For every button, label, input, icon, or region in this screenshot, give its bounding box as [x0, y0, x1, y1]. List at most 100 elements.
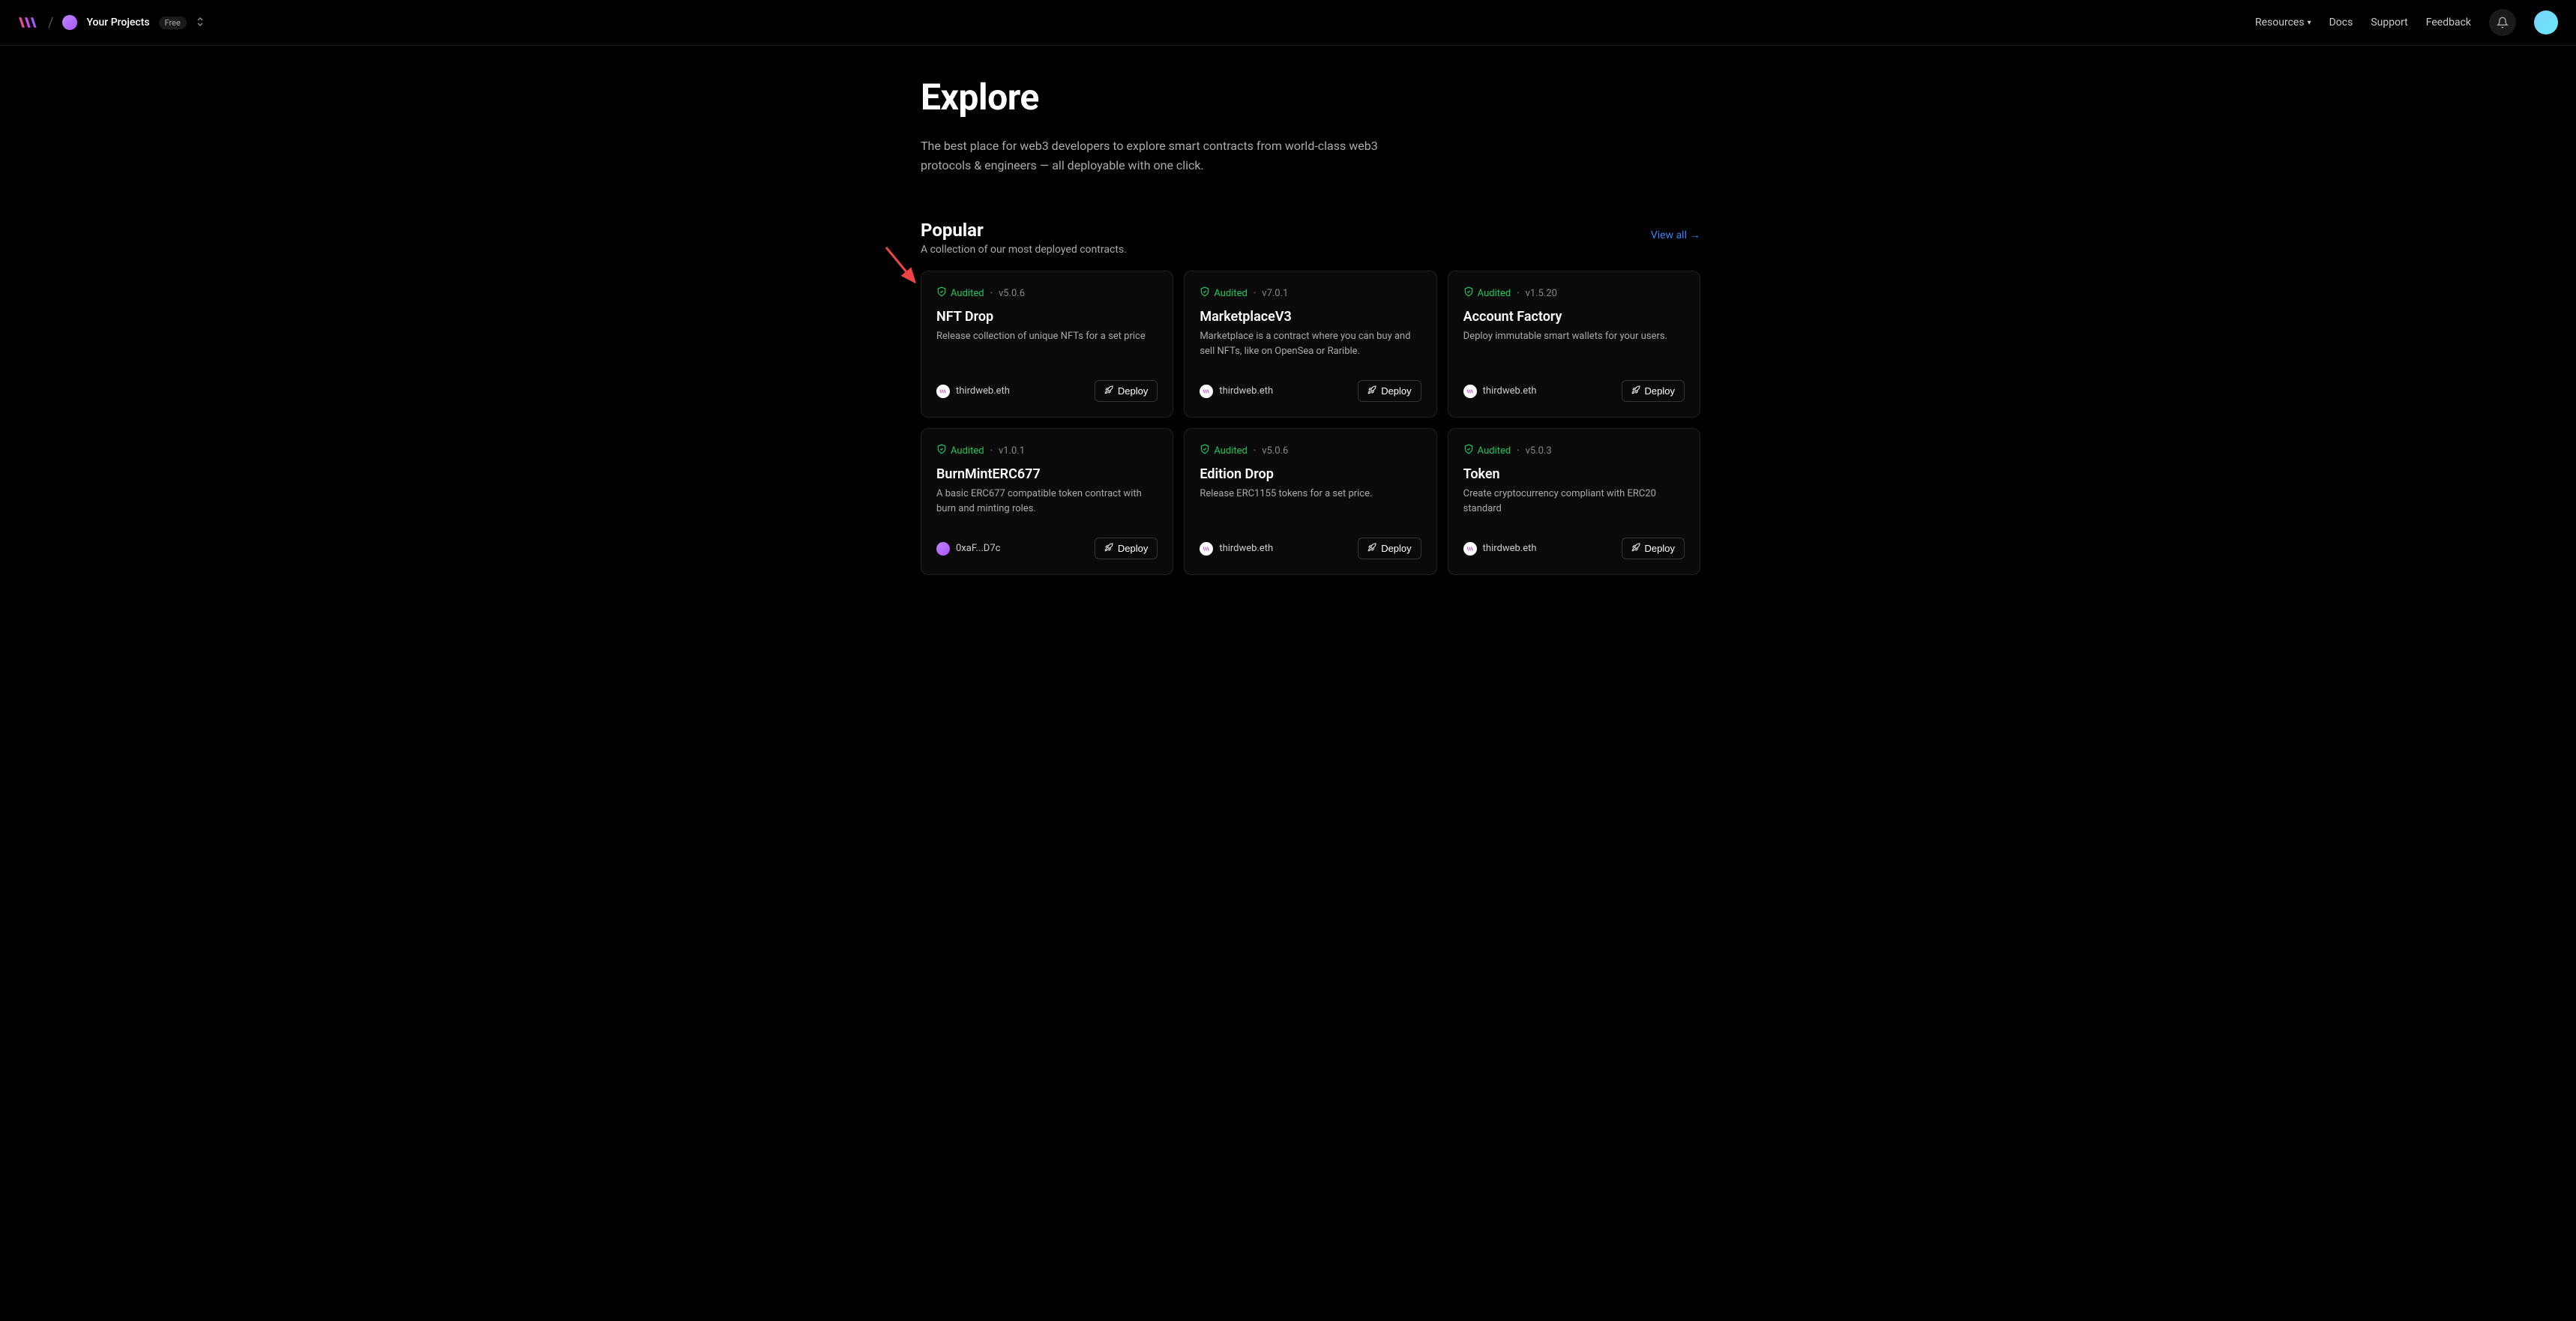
dot-separator: •	[1517, 447, 1519, 455]
project-avatar[interactable]	[62, 15, 77, 30]
bell-icon	[2497, 16, 2509, 28]
audited-label: Audited	[951, 288, 984, 299]
logo[interactable]	[18, 12, 39, 33]
user-avatar[interactable]	[2534, 10, 2558, 34]
nav-docs[interactable]: Docs	[2329, 16, 2353, 28]
nav-feedback[interactable]: Feedback	[2426, 16, 2471, 28]
rocket-icon	[1104, 543, 1113, 554]
contract-card[interactable]: Audited • v7.0.1 MarketplaceV3 Marketpla…	[1184, 271, 1436, 418]
version-label: v5.0.6	[1262, 445, 1288, 457]
dot-separator: •	[990, 447, 993, 455]
view-all-link[interactable]: View all →	[1651, 229, 1700, 241]
contract-card[interactable]: Audited • v5.0.6 Edition Drop Release ER…	[1184, 428, 1436, 575]
deploy-label: Deploy	[1645, 543, 1675, 554]
deploy-button[interactable]: Deploy	[1095, 380, 1158, 402]
contract-card[interactable]: Audited • v1.0.1 BurnMintERC677 A basic …	[921, 428, 1173, 575]
card-title: Token	[1463, 466, 1685, 482]
dot-separator: •	[1254, 289, 1256, 298]
audited-badge: Audited	[1200, 286, 1248, 300]
nav-resources-label: Resources	[2255, 16, 2305, 28]
audited-label: Audited	[1478, 445, 1511, 457]
card-meta: Audited • v5.0.6	[936, 286, 1158, 300]
project-switcher-icon[interactable]	[196, 16, 205, 29]
card-description: Create cryptocurrency compliant with ERC…	[1463, 487, 1685, 516]
nav-support[interactable]: Support	[2371, 16, 2407, 28]
card-footer: thirdweb.eth Deploy	[1200, 526, 1421, 559]
contract-card[interactable]: Audited • v1.5.20 Account Factory Deploy…	[1448, 271, 1700, 418]
card-footer: thirdweb.eth Deploy	[1200, 368, 1421, 402]
breadcrumb-separator: /	[48, 15, 53, 31]
audited-label: Audited	[1214, 288, 1248, 299]
card-description: Marketplace is a contract where you can …	[1200, 329, 1421, 358]
author-avatar	[1200, 542, 1213, 556]
author[interactable]: thirdweb.eth	[1463, 542, 1537, 556]
author[interactable]: thirdweb.eth	[1200, 385, 1273, 398]
audited-badge: Audited	[1200, 444, 1248, 457]
deploy-label: Deploy	[1381, 385, 1411, 397]
version-label: v1.5.20	[1526, 288, 1557, 299]
rocket-icon	[1367, 385, 1376, 397]
deploy-button[interactable]: Deploy	[1622, 538, 1685, 559]
card-description: Release collection of unique NFTs for a …	[936, 329, 1158, 344]
card-title: Edition Drop	[1200, 466, 1421, 482]
author-avatar	[1463, 385, 1477, 398]
card-description: Release ERC1155 tokens for a set price.	[1200, 487, 1421, 502]
author[interactable]: thirdweb.eth	[936, 385, 1010, 398]
card-meta: Audited • v1.0.1	[936, 444, 1158, 457]
author[interactable]: 0xaF...D7c	[936, 542, 1000, 556]
shield-icon	[1463, 444, 1474, 457]
author-name: thirdweb.eth	[1483, 385, 1537, 397]
author[interactable]: thirdweb.eth	[1463, 385, 1537, 398]
header-right: Resources ▾ Docs Support Feedback	[2255, 9, 2558, 36]
card-footer: thirdweb.eth Deploy	[1463, 368, 1685, 402]
version-label: v5.0.6	[999, 288, 1025, 299]
deploy-label: Deploy	[1118, 543, 1148, 554]
notifications-button[interactable]	[2489, 9, 2516, 36]
shield-icon	[936, 286, 947, 300]
header: / Your Projects Free Resources ▾ Docs Su…	[0, 0, 2576, 46]
card-meta: Audited • v5.0.3	[1463, 444, 1685, 457]
chevron-down-icon: ▾	[2308, 19, 2311, 27]
card-title: MarketplaceV3	[1200, 309, 1421, 325]
view-all-label: View all	[1651, 229, 1687, 241]
deploy-button[interactable]: Deploy	[1358, 538, 1421, 559]
version-label: v1.0.1	[999, 445, 1025, 457]
audited-label: Audited	[1214, 445, 1248, 457]
author[interactable]: thirdweb.eth	[1200, 542, 1273, 556]
deploy-button[interactable]: Deploy	[1095, 538, 1158, 559]
section-title: Popular	[921, 220, 1127, 241]
contract-card[interactable]: Audited • v5.0.6 NFT Drop Release collec…	[921, 271, 1173, 418]
author-avatar	[1463, 542, 1477, 556]
nav-resources[interactable]: Resources ▾	[2255, 16, 2311, 28]
card-footer: thirdweb.eth Deploy	[1463, 526, 1685, 559]
arrow-annotation	[883, 244, 921, 289]
dot-separator: •	[1517, 289, 1519, 298]
project-name[interactable]: Your Projects	[86, 16, 149, 28]
audited-badge: Audited	[936, 286, 984, 300]
author-name: thirdweb.eth	[1483, 543, 1537, 554]
audited-badge: Audited	[1463, 286, 1511, 300]
card-meta: Audited • v1.5.20	[1463, 286, 1685, 300]
author-name: thirdweb.eth	[956, 385, 1010, 397]
version-label: v7.0.1	[1262, 288, 1288, 299]
card-title: Account Factory	[1463, 309, 1685, 325]
card-footer: 0xaF...D7c Deploy	[936, 526, 1158, 559]
card-description: A basic ERC677 compatible token contract…	[936, 487, 1158, 516]
audited-label: Audited	[1478, 288, 1511, 299]
section-header: Popular A collection of our most deploye…	[921, 220, 1700, 256]
deploy-label: Deploy	[1381, 543, 1411, 554]
deploy-button[interactable]: Deploy	[1358, 380, 1421, 402]
deploy-button[interactable]: Deploy	[1622, 380, 1685, 402]
audited-badge: Audited	[936, 444, 984, 457]
dot-separator: •	[990, 289, 993, 298]
contract-card[interactable]: Audited • v5.0.3 Token Create cryptocurr…	[1448, 428, 1700, 575]
card-title: NFT Drop	[936, 309, 1158, 325]
author-avatar	[1200, 385, 1213, 398]
main-content: Explore The best place for web3 develope…	[816, 46, 1760, 605]
header-left: / Your Projects Free	[18, 12, 205, 33]
rocket-icon	[1631, 385, 1640, 397]
dot-separator: •	[1254, 447, 1256, 455]
plan-badge: Free	[159, 16, 187, 29]
audited-badge: Audited	[1463, 444, 1511, 457]
author-avatar	[936, 542, 950, 556]
